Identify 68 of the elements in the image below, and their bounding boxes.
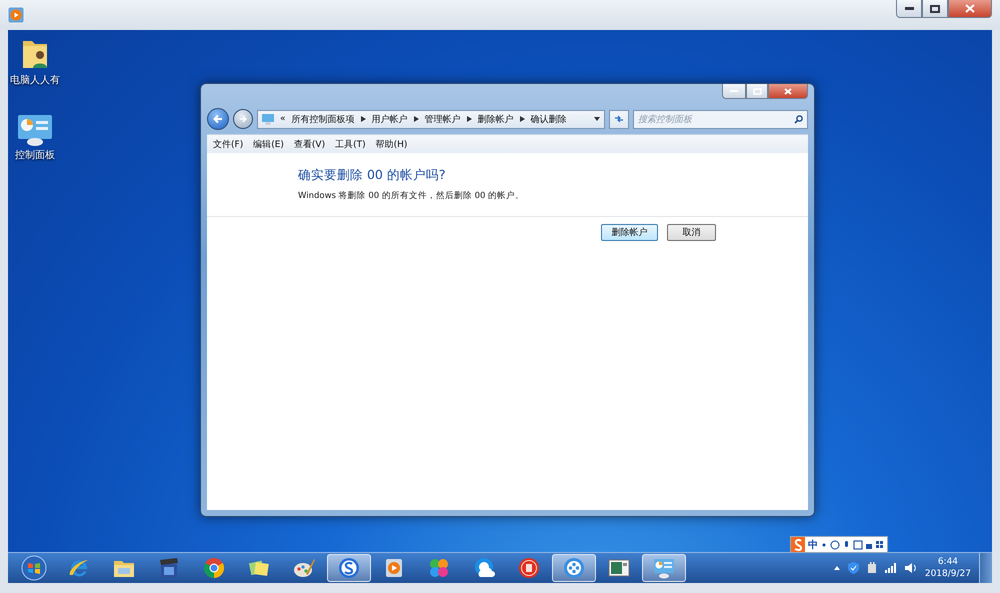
- breadcrumb-item[interactable]: 删除帐户: [478, 112, 514, 126]
- dropdown-icon[interactable]: [594, 117, 600, 121]
- breadcrumb-item[interactable]: 管理帐户: [424, 112, 461, 126]
- clock-time: 6:44: [938, 556, 958, 568]
- input-mode-label[interactable]: 中: [808, 538, 818, 552]
- search-field[interactable]: 搜索控制面板: [633, 110, 808, 128]
- cancel-button[interactable]: 取消: [667, 224, 716, 241]
- volume-icon[interactable]: [904, 563, 917, 573]
- control-panel-icon[interactable]: [652, 556, 676, 580]
- breadcrumb-item[interactable]: 所有控制面板项: [292, 112, 355, 126]
- address-bar[interactable]: « 所有控制面板项 用户帐户 管理帐户 删除帐户 确认删除: [257, 110, 605, 128]
- back-arrow-icon: [213, 114, 223, 124]
- dialog-heading: 确实要删除 00 的帐户吗?: [298, 167, 446, 184]
- power-plug-icon[interactable]: [866, 562, 877, 574]
- menu-item[interactable]: 工具(T): [335, 138, 366, 150]
- signal-icon[interactable]: [884, 563, 897, 573]
- show-desktop-button[interactable]: [979, 553, 992, 583]
- chrome-icon[interactable]: [202, 556, 226, 580]
- maximize-icon: [930, 4, 940, 12]
- menu-item[interactable]: 帮助(H): [376, 138, 408, 150]
- control-panel-icon: [262, 114, 274, 124]
- ime-toolbar[interactable]: 中: [790, 536, 888, 553]
- shield-icon[interactable]: [848, 562, 859, 574]
- delete-account-button[interactable]: 删除帐户: [601, 224, 658, 241]
- palette-icon[interactable]: [292, 556, 316, 580]
- ime-tools-icon[interactable]: [821, 540, 883, 550]
- breadcrumb-item[interactable]: 确认删除: [530, 112, 567, 126]
- desktop-icon-label[interactable]: 控制面板: [15, 148, 55, 162]
- tray-expand-icon[interactable]: [834, 566, 840, 570]
- maximize-button[interactable]: [922, 0, 948, 18]
- chevron-icon[interactable]: [520, 116, 525, 122]
- menu-item[interactable]: 查看(V): [294, 138, 326, 150]
- menu-item[interactable]: 编辑(E): [253, 138, 284, 150]
- chevron-icon[interactable]: [466, 116, 472, 122]
- forward-arrow-icon: [239, 115, 247, 123]
- minimize-icon: [904, 7, 914, 10]
- control-panel-icon[interactable]: [17, 114, 53, 146]
- player-logo-icon: [8, 7, 24, 23]
- chevron-icon[interactable]: [360, 116, 366, 122]
- taskbar-button[interactable]: [552, 554, 596, 582]
- sogou-logo-icon: [791, 537, 805, 552]
- forward-button[interactable]: [233, 109, 253, 129]
- close-icon: [784, 88, 792, 94]
- sogou-s-icon[interactable]: [337, 556, 361, 580]
- desktop-icon-label[interactable]: 电脑人人有: [10, 73, 60, 87]
- back-button[interactable]: [207, 108, 229, 130]
- search-icon[interactable]: [794, 114, 803, 124]
- close-button[interactable]: [768, 84, 808, 99]
- dialog-message: Windows 将删除 00 的所有文件，然后删除 00 的帐户。: [298, 190, 526, 202]
- menu-item[interactable]: 文件(F): [213, 138, 244, 150]
- chevron-icon[interactable]: [414, 116, 419, 122]
- breadcrumb-item[interactable]: 用户帐户: [372, 112, 408, 126]
- refresh-icon: [614, 115, 624, 123]
- taskbar-button[interactable]: [642, 554, 686, 582]
- chess-piece-icon[interactable]: [517, 556, 541, 580]
- refresh-button[interactable]: [609, 110, 629, 128]
- close-button[interactable]: [948, 0, 992, 18]
- cloud-icon[interactable]: [472, 556, 496, 580]
- clock[interactable]: 6:44 2018/9/27: [924, 556, 971, 580]
- clapper-icon[interactable]: [157, 556, 181, 580]
- taskbar-button[interactable]: [327, 554, 371, 582]
- film-reel-icon[interactable]: [562, 556, 586, 580]
- pinwheel-icon[interactable]: [427, 556, 451, 580]
- maximize-icon: [752, 88, 762, 94]
- clock-date: 2018/9/27: [924, 568, 971, 580]
- breadcrumb-overflow[interactable]: «: [280, 114, 286, 124]
- minimize-button[interactable]: [896, 0, 922, 18]
- close-icon: [965, 4, 975, 13]
